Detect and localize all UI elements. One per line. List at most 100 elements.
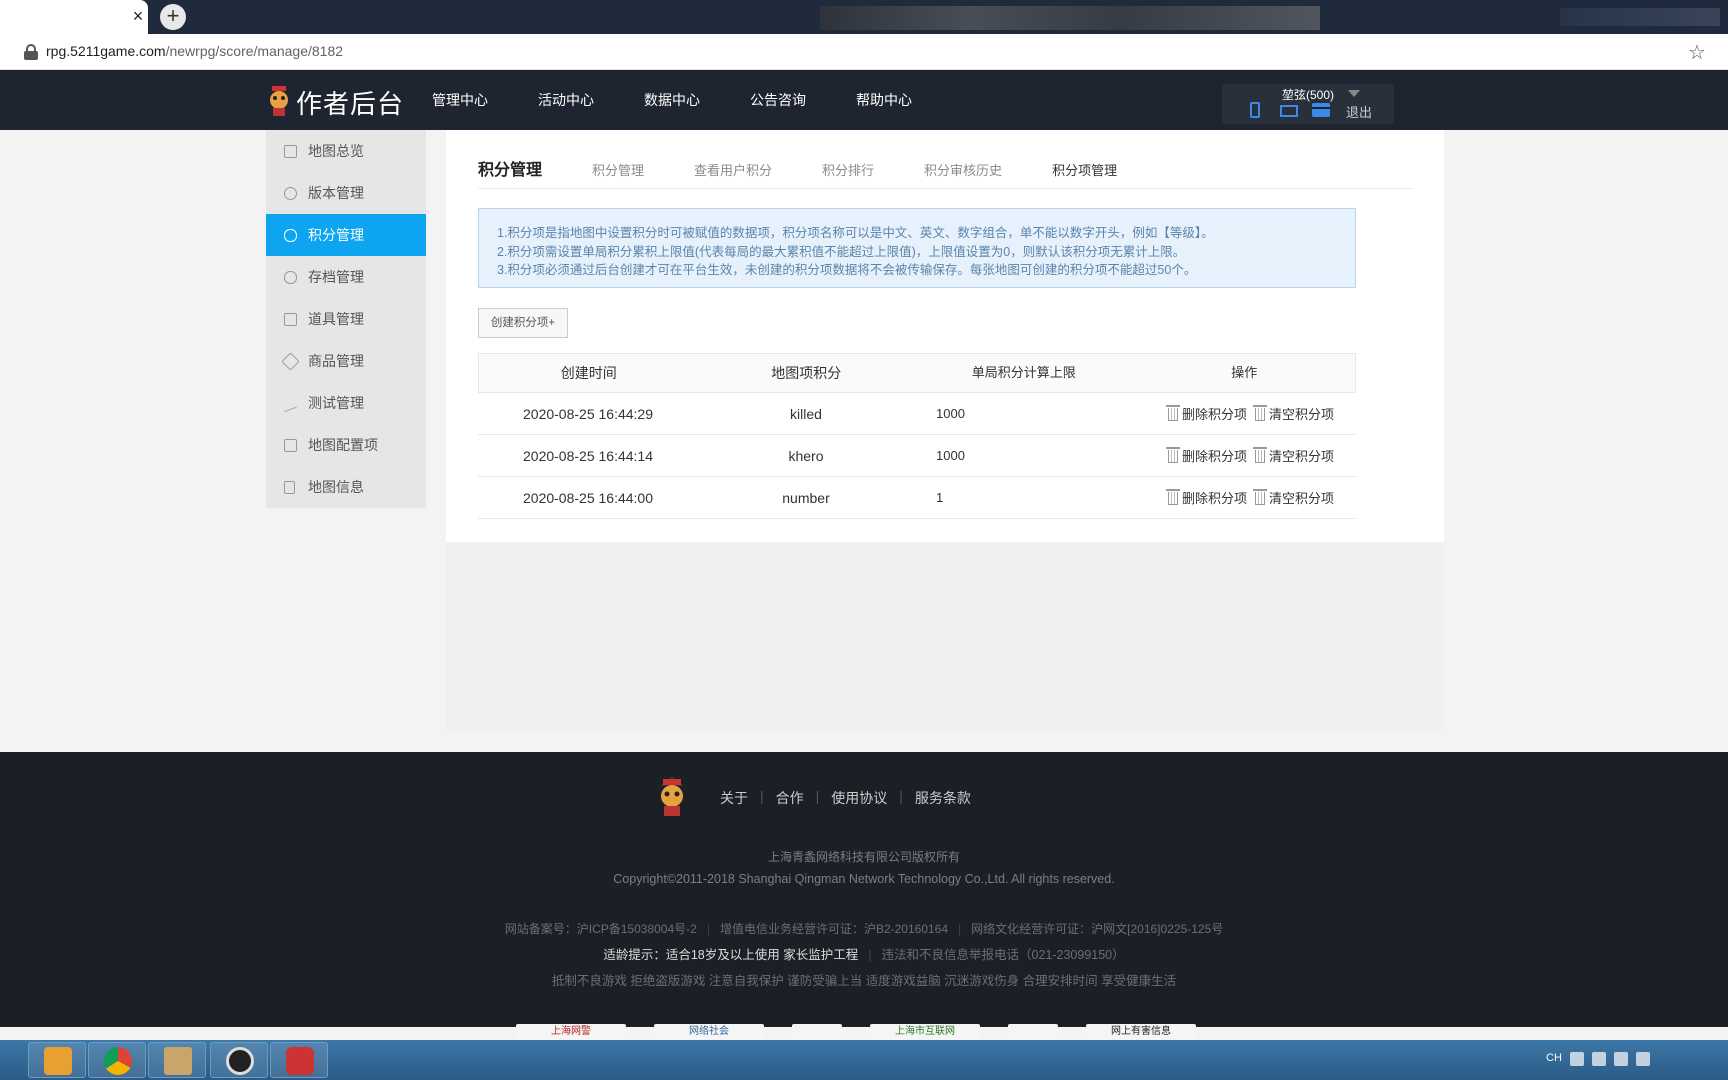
cell-limit: 1000 <box>936 406 965 421</box>
delete-label: 删除积分项 <box>1181 449 1247 464</box>
browser-tab-active[interactable]: × <box>0 0 148 34</box>
sidebar-item-score[interactable]: 积分管理 <box>266 214 426 256</box>
create-score-item-button[interactable]: 创建积分项+ <box>478 308 568 338</box>
wallet-icon[interactable] <box>1312 103 1330 117</box>
close-tab-icon[interactable]: × <box>128 6 148 26</box>
trash-icon <box>1252 405 1267 421</box>
sidebar-item-archive[interactable]: 存档管理 <box>266 256 426 298</box>
tab-score-ranking[interactable]: 积分排行 <box>822 160 874 179</box>
site-header: 作者后台 管理中心 活动中心 数据中心 公告咨询 帮助中心 堃弦(500) 退出 <box>0 70 1728 130</box>
taskbar-editor[interactable] <box>148 1042 206 1078</box>
footer-divider: | <box>899 788 903 804</box>
main-nav: 管理中心 活动中心 数据中心 公告咨询 帮助中心 <box>432 70 962 130</box>
column-header-score-item: 地图项积分 <box>771 365 842 381</box>
taskbar-game-client[interactable] <box>270 1042 328 1078</box>
delete-score-item-button[interactable]: 删除积分项 <box>1165 404 1247 423</box>
info-notice: 1.积分项是指地图中设置积分时可被赋值的数据项，积分项名称可以是中文、英文、数字… <box>478 208 1356 288</box>
ime-icon[interactable] <box>1569 1052 1584 1066</box>
page-title: 积分管理 <box>478 162 543 179</box>
delete-score-item-button[interactable]: 删除积分项 <box>1165 488 1247 507</box>
clear-score-item-button[interactable]: 清空积分项 <box>1252 446 1334 465</box>
user-name[interactable]: 堃弦(500) <box>1282 86 1334 103</box>
nav-announcements[interactable]: 公告咨询 <box>750 70 856 130</box>
sidebar-item-test[interactable]: 测试管理 <box>266 382 426 424</box>
new-tab-button[interactable]: + <box>160 4 186 30</box>
footer-link-cooperation[interactable]: 合作 <box>776 788 804 808</box>
tab-score-item-management[interactable]: 积分项管理 <box>1052 160 1117 179</box>
logo-text[interactable]: 作者后台 <box>296 84 404 121</box>
url-host: rpg.5211game.com <box>46 43 166 59</box>
footer-link-terms-of-use[interactable]: 使用协议 <box>831 788 887 808</box>
sidebar-item-goods[interactable]: 商品管理 <box>266 340 426 382</box>
taskbar-obs[interactable] <box>210 1042 268 1078</box>
url-text[interactable]: rpg.5211game.com/newrpg/score/manage/818… <box>46 43 343 59</box>
grid-icon <box>284 145 297 158</box>
cell-actions: 删除积分项 清空积分项 <box>1134 446 1356 465</box>
taskbar-chrome[interactable] <box>88 1042 146 1078</box>
sidebar-item-label: 积分管理 <box>308 227 364 243</box>
lock-icon[interactable] <box>24 44 38 60</box>
address-bar[interactable]: rpg.5211game.com/newrpg/score/manage/818… <box>0 34 1728 70</box>
nav-management-center[interactable]: 管理中心 <box>432 70 538 130</box>
sidebar-item-label: 地图总览 <box>308 143 364 159</box>
nav-help-center[interactable]: 帮助中心 <box>856 70 962 130</box>
footer-divider: | <box>868 948 872 962</box>
nav-data-center[interactable]: 数据中心 <box>644 70 750 130</box>
box-icon <box>281 352 300 371</box>
tab-review-history[interactable]: 积分审核历史 <box>924 160 1002 179</box>
icp-license[interactable]: 网站备案号：沪ICP备15038004号-2 <box>505 922 697 936</box>
logout-link[interactable]: 退出 <box>1346 102 1372 121</box>
score-items-table: 创建时间 地图项积分 单局积分计算上限 操作 2020-08-25 16:44:… <box>478 353 1356 519</box>
footer-divider: | <box>760 788 764 804</box>
table-row: 2020-08-25 16:44:14 khero 1000 删除积分项 清空积… <box>478 435 1356 477</box>
sidebar-item-version[interactable]: 版本管理 <box>266 172 426 214</box>
sidebar-item-items[interactable]: 道具管理 <box>266 298 426 340</box>
footer-link-about[interactable]: 关于 <box>720 788 748 808</box>
footer-link-service-terms[interactable]: 服务条款 <box>915 788 971 808</box>
logo-mascot-icon[interactable] <box>266 82 292 116</box>
report-phone: 违法和不良信息举报电话（021-23099150） <box>881 948 1125 962</box>
network-icon[interactable] <box>1613 1052 1628 1066</box>
table-row: 2020-08-25 16:44:00 number 1 删除积分项 清空积分项 <box>478 477 1356 519</box>
volume-icon[interactable] <box>1635 1052 1650 1066</box>
clear-score-item-button[interactable]: 清空积分项 <box>1252 488 1334 507</box>
site-footer: 关于 | 合作 | 使用协议 | 服务条款 上海青螽网络科技有限公司版权所有 C… <box>0 752 1728 1044</box>
bookmark-star-icon[interactable]: ☆ <box>1688 40 1706 65</box>
table-header: 创建时间 地图项积分 单局积分计算上限 操作 <box>478 353 1356 393</box>
sidebar-item-map-info[interactable]: 地图信息 <box>266 466 426 508</box>
sidebar-item-map-config[interactable]: 地图配置项 <box>266 424 426 466</box>
tab-user-scores[interactable]: 查看用户积分 <box>694 160 772 179</box>
delete-score-item-button[interactable]: 删除积分项 <box>1165 446 1247 465</box>
chevron-down-icon[interactable] <box>1348 90 1360 97</box>
footer-logo-icon[interactable] <box>656 774 688 816</box>
window-controls-area <box>1560 8 1720 26</box>
culture-license[interactable]: 网络文化经营许可证：沪网文[2016]0225-125号 <box>971 922 1223 936</box>
id-card-icon[interactable] <box>1280 105 1298 117</box>
os-taskbar: CH <box>0 1040 1728 1080</box>
column-header-actions: 操作 <box>1231 365 1258 380</box>
tab-score-management[interactable]: 积分管理 <box>592 160 644 179</box>
clear-label: 清空积分项 <box>1268 491 1334 506</box>
trash-icon <box>1165 447 1180 463</box>
database-icon <box>284 229 297 242</box>
clear-label: 清空积分项 <box>1268 449 1334 464</box>
sub-tabs: 积分管理 查看用户积分 积分排行 积分审核历史 积分项管理 <box>592 160 1167 179</box>
user-panel: 堃弦(500) 退出 <box>1222 84 1394 124</box>
column-header-created-time: 创建时间 <box>560 365 617 381</box>
help-icon[interactable] <box>1591 1052 1606 1066</box>
cell-score-item: killed <box>790 405 822 422</box>
cloud-upload-icon <box>284 187 297 200</box>
age-tip[interactable]: 适龄提示：适合18岁及以上使用 家长监护工程 <box>603 948 858 962</box>
input-language[interactable]: CH <box>1546 1052 1562 1066</box>
nav-activity-center[interactable]: 活动中心 <box>538 70 644 130</box>
url-path: /newrpg/score/manage/8182 <box>165 43 344 59</box>
telecom-license[interactable]: 增值电信业务经营许可证：沪B2-20160164 <box>720 922 948 936</box>
phone-icon[interactable] <box>1250 102 1260 118</box>
delete-label: 删除积分项 <box>1181 491 1247 506</box>
clear-score-item-button[interactable]: 清空积分项 <box>1252 404 1334 423</box>
database-icon <box>284 271 297 284</box>
age-tip-line: 适龄提示：适合18岁及以上使用 家长监护工程 | 违法和不良信息举报电话（021-2… <box>0 944 1728 963</box>
cell-created-time: 2020-08-25 16:44:00 <box>523 489 653 506</box>
taskbar-media-player[interactable] <box>28 1042 86 1078</box>
sidebar-item-map-overview[interactable]: 地图总览 <box>266 130 426 172</box>
